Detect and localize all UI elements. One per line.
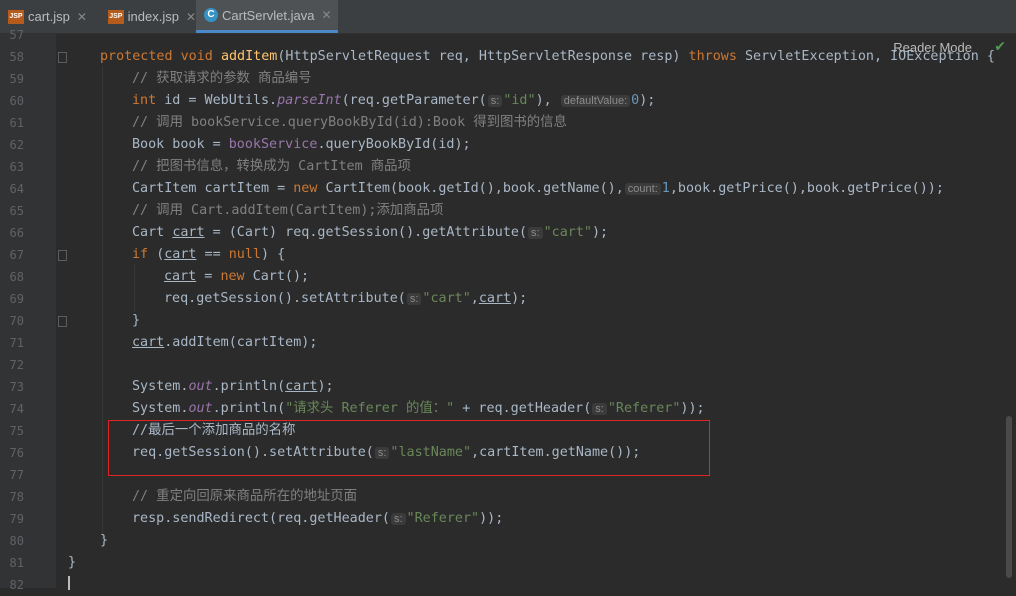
line-number: 62 <box>9 138 24 152</box>
code-text[interactable]: } <box>100 530 108 552</box>
code-text[interactable]: resp.sendRedirect(req.getHeader(s: "Refer… <box>132 508 503 530</box>
code-comment[interactable]: // 把图书信息，转换成为 CartItem 商品项 <box>132 156 411 178</box>
parameter-hint: defaultValue: <box>560 95 631 107</box>
code-line: 64 CartItem cartItem = new CartItem(book… <box>0 178 1016 200</box>
line-number: 61 <box>9 116 24 130</box>
code-line: 66 Cart cart = (Cart) req.getSession().g… <box>0 222 1016 244</box>
code-line: 57 <box>0 24 1016 46</box>
line-number: 75 <box>9 424 24 438</box>
code-text[interactable]: Cart cart = (Cart) req.getSession().getA… <box>132 222 608 244</box>
line-number: 73 <box>9 380 24 394</box>
tab-label: CartServlet.java <box>222 7 315 23</box>
line-number: 70 <box>9 314 24 328</box>
code-line: 59 // 获取请求的参数 商品编号 <box>0 68 1016 90</box>
code-line: 78 // 重定向回原来商品所在的地址页面 <box>0 486 1016 508</box>
code-text[interactable]: req.getSession().setAttribute(s: "cart",c… <box>164 288 527 310</box>
jsp-file-icon: JSP <box>8 9 24 24</box>
code-text[interactable]: Book book = bookService.queryBookById(id… <box>132 134 471 156</box>
code-line: 72 <box>0 354 1016 376</box>
parameter-hint: s: <box>390 513 406 525</box>
code-comment[interactable]: // 获取请求的参数 商品编号 <box>132 68 312 90</box>
code-text[interactable]: cart.addItem(cartItem); <box>132 332 317 354</box>
java-class-icon: C <box>204 8 218 22</box>
fold-icon[interactable] <box>58 250 67 261</box>
highlight-annotation-box <box>108 420 710 476</box>
code-line: 80 } <box>0 530 1016 552</box>
parameter-hint: s: <box>487 95 503 107</box>
code-line: 82 <box>0 574 1016 596</box>
tab-label: cart.jsp <box>28 9 70 24</box>
line-number: 79 <box>9 512 24 526</box>
line-number: 69 <box>9 292 24 306</box>
code-text[interactable]: int id = WebUtils.parseInt(req.getParame… <box>132 90 655 112</box>
fold-icon[interactable] <box>58 52 67 63</box>
code-text[interactable]: } <box>68 552 76 574</box>
line-number: 58 <box>9 50 24 64</box>
code-comment[interactable]: // 调用 Cart.addItem(CartItem);添加商品项 <box>132 200 443 222</box>
fold-icon[interactable] <box>58 316 67 327</box>
line-number: 74 <box>9 402 24 416</box>
line-number: 63 <box>9 160 24 174</box>
line-number: 59 <box>9 72 24 86</box>
code-line: 74 System.out.println("请求头 Referer 的值：" … <box>0 398 1016 420</box>
line-number: 81 <box>9 556 24 570</box>
code-line: 62 Book book = bookService.queryBookById… <box>0 134 1016 156</box>
parameter-hint: count: <box>624 183 661 195</box>
code-line: 81 } <box>0 552 1016 574</box>
line-number: 78 <box>9 490 24 504</box>
code-comment[interactable]: // 重定向回原来商品所在的地址页面 <box>132 486 357 508</box>
line-number: 76 <box>9 446 24 460</box>
code-line: 61 // 调用 bookService.queryBookById(id):B… <box>0 112 1016 134</box>
line-number: 60 <box>9 94 24 108</box>
line-number: 64 <box>9 182 24 196</box>
code-line: 67 if (cart == null) { <box>0 244 1016 266</box>
line-number: 67 <box>9 248 24 262</box>
code-line: 68 cart = new Cart(); <box>0 266 1016 288</box>
tab-label: index.jsp <box>127 9 179 24</box>
parameter-hint: s: <box>592 403 607 415</box>
line-number: 82 <box>9 578 24 592</box>
code-line: 71 cart.addItem(cartItem); <box>0 332 1016 354</box>
code-text[interactable]: } <box>132 310 140 332</box>
close-icon[interactable]: ✕ <box>321 8 331 22</box>
code-line: 58 protected void addItem(HttpServletReq… <box>0 46 1016 68</box>
code-line: 65 // 调用 Cart.addItem(CartItem);添加商品项 <box>0 200 1016 222</box>
code-text[interactable]: protected void addItem(HttpServletReques… <box>100 46 995 68</box>
close-icon[interactable]: ✕ <box>77 10 87 24</box>
code-line: 63 // 把图书信息，转换成为 CartItem 商品项 <box>0 156 1016 178</box>
line-number: 71 <box>9 336 24 350</box>
code-text[interactable]: System.out.println("请求头 Referer 的值：" + r… <box>132 398 705 420</box>
code-text[interactable]: CartItem cartItem = new CartItem(book.ge… <box>132 178 944 200</box>
jsp-file-icon: JSP <box>108 9 124 24</box>
line-number: 68 <box>9 270 24 284</box>
code-line: 60 int id = WebUtils.parseInt(req.getPar… <box>0 90 1016 112</box>
parameter-hint: s: <box>528 227 543 239</box>
line-number: 57 <box>9 28 24 42</box>
line-number: 65 <box>9 204 24 218</box>
line-number: 80 <box>9 534 24 548</box>
vertical-scrollbar[interactable] <box>1006 416 1012 578</box>
line-number: 72 <box>9 358 24 372</box>
code-comment[interactable]: // 调用 bookService.queryBookById(id):Book… <box>132 112 567 134</box>
code-line: 69 req.getSession().setAttribute(s: "cart… <box>0 288 1016 310</box>
line-number: 66 <box>9 226 24 240</box>
code-text[interactable]: if (cart == null) { <box>132 244 285 266</box>
line-number: 77 <box>9 468 24 482</box>
code-text[interactable]: System.out.println(cart); <box>132 376 334 398</box>
code-line: 73 System.out.println(cart); <box>0 376 1016 398</box>
close-icon[interactable]: ✕ <box>186 10 196 24</box>
code-line: 70 } <box>0 310 1016 332</box>
code-line: 79 resp.sendRedirect(req.getHeader(s: "Re… <box>0 508 1016 530</box>
parameter-hint: s: <box>406 293 422 305</box>
code-text[interactable]: cart = new Cart(); <box>164 266 309 288</box>
